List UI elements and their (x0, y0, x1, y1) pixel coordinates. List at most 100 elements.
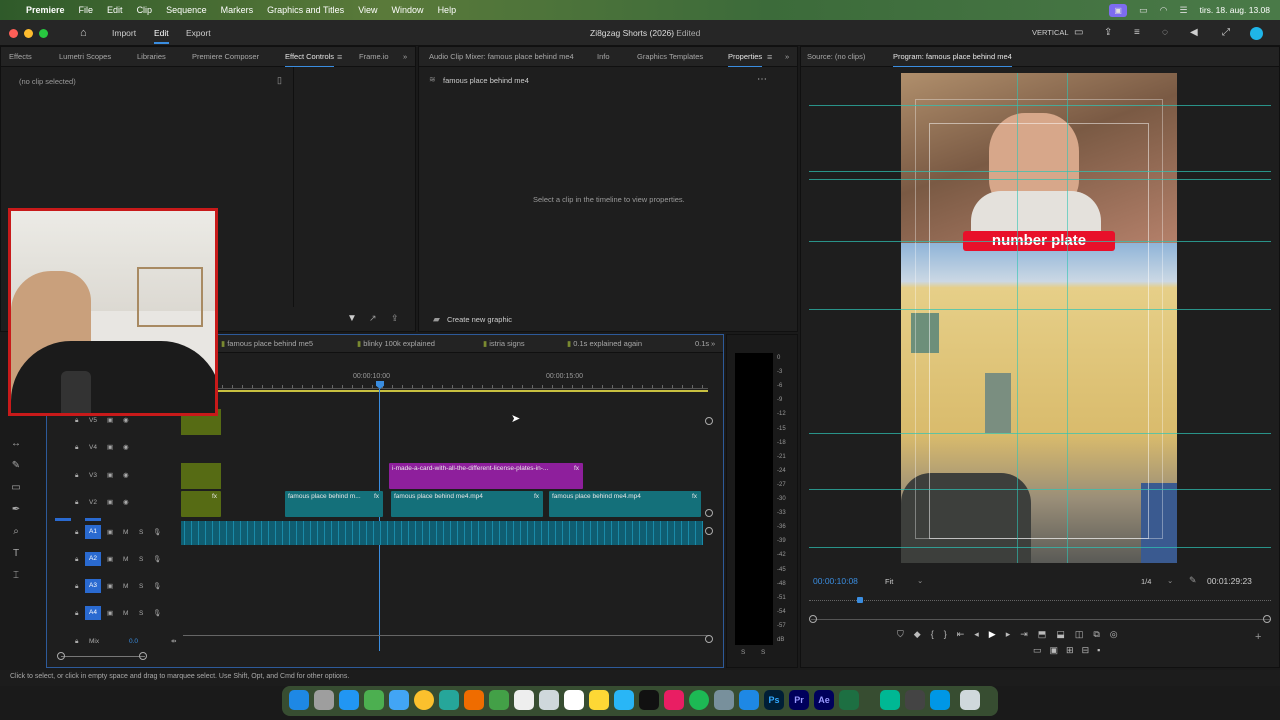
sync-icon[interactable]: ▣ (107, 470, 113, 482)
sequence-tab[interactable]: 0.1s (695, 335, 709, 353)
scroll-handle[interactable] (57, 652, 65, 660)
fullscreen-icon[interactable]: ⤢ (1222, 20, 1230, 46)
filter-icon[interactable]: ▼ (347, 313, 357, 324)
track-lock-icon[interactable]: 🔒︎ (75, 636, 78, 648)
clip-v2-b[interactable]: famous place behind me4.mp4 fx (391, 491, 543, 517)
tab-import[interactable]: Import (112, 20, 136, 46)
contacts-icon[interactable] (539, 690, 559, 710)
collapse-icon[interactable]: ▯ (277, 75, 282, 86)
solo-button[interactable]: S (139, 608, 143, 620)
sequence-tab[interactable]: ▮ istria signs (483, 335, 525, 353)
chrome-icon[interactable] (414, 690, 434, 710)
zoom-handle-right[interactable] (1263, 615, 1271, 623)
audio-clip-a1[interactable] (181, 521, 703, 545)
overlay-icon[interactable]: ▣ (1050, 645, 1059, 659)
eye-icon[interactable]: ◉ (123, 442, 129, 454)
slip-icon[interactable]: ▭ (8, 482, 24, 496)
track-v3[interactable]: V3 (89, 470, 97, 482)
messages-icon[interactable] (364, 690, 384, 710)
fit-dropdown[interactable]: Fit (885, 577, 893, 586)
calendar-icon[interactable] (514, 690, 534, 710)
mini-timeline-ruler[interactable] (809, 600, 1271, 604)
work-area-bar[interactable] (182, 390, 708, 392)
solo-right[interactable]: S (761, 649, 765, 656)
tab-program[interactable]: Program: famous place behind me4 (893, 47, 1012, 67)
menu-edit[interactable]: Edit (107, 5, 123, 15)
chevron-down-icon[interactable]: ⌄ (1167, 576, 1173, 585)
menu-icon[interactable]: ≡ (1134, 20, 1140, 46)
avatar[interactable] (1250, 27, 1263, 40)
track-a2[interactable]: A2 (85, 552, 101, 566)
battery-icon[interactable]: ▭ (1139, 5, 1148, 16)
go-to-in-icon[interactable]: ⇤ (957, 629, 965, 643)
tab-libraries[interactable]: Libraries (137, 47, 166, 67)
more-tabs-icon[interactable]: » (785, 47, 789, 67)
chevron-down-icon[interactable]: ⌄ (917, 576, 923, 585)
go-to-out-icon[interactable]: ⇥ (1020, 629, 1028, 643)
play-icon[interactable]: ▶ (989, 629, 996, 643)
scroll-handle[interactable] (139, 652, 147, 660)
track-a3[interactable]: A3 (85, 579, 101, 593)
eye-icon[interactable]: ◉ (123, 497, 129, 509)
export-frame-icon[interactable]: ↗ (369, 313, 377, 324)
clip-v2-c[interactable]: famous place behind me4.mp4 fx (549, 491, 701, 517)
app-icon[interactable] (905, 690, 925, 710)
mic-icon[interactable]: 🎙︎ (153, 581, 161, 593)
track-a4[interactable]: A4 (85, 606, 101, 620)
tab-effects[interactable]: Effects (9, 47, 32, 67)
mic-icon[interactable]: 🎙︎ (153, 554, 161, 566)
clip-v3-graphic[interactable]: i-made-a-card-with-all-the-different-lic… (389, 463, 583, 489)
tab-audio-clip-mixer[interactable]: Audio Clip Mixer: famous place behind me… (429, 47, 574, 67)
tab-lumetri-scopes[interactable]: Lumetri Scopes (59, 47, 111, 67)
tab-edit[interactable]: Edit (154, 20, 169, 44)
camera-icon[interactable]: ▪ (1097, 645, 1100, 659)
tab-effect-controls[interactable]: Effect Controls (285, 47, 335, 67)
track-lock-icon[interactable]: 🔒︎ (75, 581, 78, 593)
track-lock-icon[interactable]: 🔒︎ (75, 497, 78, 509)
mic-icon[interactable]: 🎙︎ (153, 527, 161, 539)
mark-in-icon[interactable]: { (931, 629, 934, 643)
share-out-icon[interactable]: ⇪ (391, 313, 399, 324)
mail-icon[interactable] (389, 690, 409, 710)
menu-clip[interactable]: Clip (137, 5, 153, 15)
clip-v2-a[interactable]: famous place behind m... fx (285, 491, 383, 517)
menu-help[interactable]: Help (438, 5, 457, 15)
zoom-handle-left[interactable] (809, 615, 817, 623)
razor-icon[interactable]: ✎ (8, 460, 24, 474)
sync-icon[interactable]: ▣ (107, 415, 113, 427)
menu-sequence[interactable]: Sequence (166, 5, 207, 15)
sync-icon[interactable]: ▣ (107, 581, 113, 593)
tab-properties[interactable]: Properties (728, 47, 763, 67)
marker-icon[interactable]: ⛉ (897, 629, 904, 643)
step-back-icon[interactable]: ◂ (974, 629, 979, 643)
create-graphic-button[interactable]: Create new graphic (447, 315, 512, 324)
horizontal-scrollbar[interactable] (61, 656, 145, 657)
time-ruler[interactable] (182, 385, 708, 389)
sync-icon[interactable]: ▣ (107, 497, 113, 509)
trash-icon[interactable] (960, 690, 980, 710)
volume-icon[interactable]: ◀ (1190, 20, 1198, 46)
eye-icon[interactable]: ◉ (123, 470, 129, 482)
progress-icon[interactable]: ◌ (1162, 20, 1168, 46)
mark-out-icon[interactable]: } (944, 629, 947, 643)
track-v4[interactable]: V4 (89, 442, 97, 454)
quality-dropdown[interactable]: 1/4 (1141, 577, 1151, 586)
compare-icon[interactable]: ⧉ (1093, 629, 1099, 643)
menu-window[interactable]: Window (392, 5, 424, 15)
mix-value[interactable]: 0.0 (129, 636, 138, 648)
minimize-window-button[interactable] (24, 29, 33, 38)
launchpad-icon[interactable] (314, 690, 334, 710)
webcam-overlay[interactable] (8, 208, 218, 416)
scroll-handle[interactable] (705, 417, 713, 425)
reminders-icon[interactable] (564, 690, 584, 710)
add-marker-icon[interactable]: ◆ (914, 629, 921, 643)
track-lock-icon[interactable]: 🔒︎ (75, 554, 78, 566)
home-icon[interactable]: ⌂ (80, 20, 87, 46)
excel-icon[interactable] (839, 690, 859, 710)
clip-v3-green[interactable] (181, 463, 221, 489)
menu-markers[interactable]: Markers (221, 5, 254, 15)
sync-icon[interactable]: ▣ (107, 554, 113, 566)
solo-button[interactable]: S (139, 554, 143, 566)
workspace-label[interactable]: VERTICAL (1032, 20, 1069, 46)
clip-v2-green[interactable]: fx (181, 491, 221, 517)
